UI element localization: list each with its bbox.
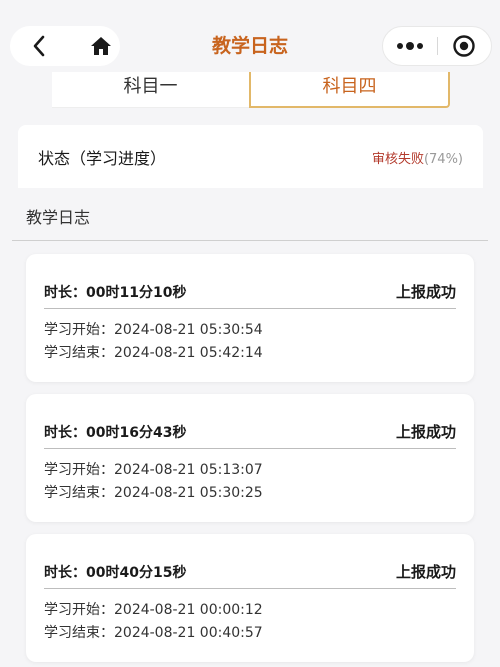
- log-card[interactable]: 时长：00时16分43秒 上报成功 学习开始：2024-08-21 05:13:…: [26, 394, 474, 522]
- card-divider: [44, 448, 456, 449]
- study-start: 学习开始：2024-08-21 05:13:07: [44, 459, 263, 479]
- duration-label: 时长：: [44, 425, 86, 441]
- duration-label: 时长：: [44, 565, 86, 581]
- study-start-time: 2024-08-21 05:13:07: [114, 462, 263, 478]
- study-end: 学习结束：2024-08-21 05:30:25: [44, 482, 263, 502]
- duration-value: 00时40分15秒: [86, 565, 187, 581]
- study-start: 学习开始：2024-08-21 05:30:54: [44, 319, 263, 339]
- subject-tabs: 科目一 科目四: [52, 72, 450, 108]
- back-button[interactable]: [26, 34, 52, 58]
- status-value: 审核失败(74%): [372, 148, 463, 167]
- study-start-time: 2024-08-21 00:00:12: [114, 602, 263, 618]
- log-duration: 时长：00时40分15秒: [44, 562, 186, 582]
- duration-value: 00时16分43秒: [86, 425, 187, 441]
- duration-label: 时长：: [44, 285, 86, 301]
- study-end-time: 2024-08-21 05:30:25: [114, 485, 263, 501]
- nav-left-capsule: [10, 26, 120, 66]
- capsule-divider: [437, 37, 438, 55]
- card-divider: [44, 588, 456, 589]
- target-close-icon: [453, 35, 475, 57]
- section-divider: [12, 240, 488, 241]
- close-miniprogram-button[interactable]: [451, 34, 477, 58]
- study-start-label: 学习开始：: [44, 602, 114, 618]
- study-start-label: 学习开始：: [44, 462, 114, 478]
- study-end-label: 学习结束：: [44, 485, 114, 501]
- log-card[interactable]: 时长：00时11分10秒 上报成功 学习开始：2024-08-21 05:30:…: [26, 254, 474, 382]
- more-dots-icon: [397, 42, 423, 50]
- navigation-bar: 教学日志: [0, 0, 500, 76]
- report-status: 上报成功: [395, 563, 456, 581]
- study-end: 学习结束：2024-08-21 00:40:57: [44, 622, 263, 642]
- log-duration: 时长：00时11分10秒: [44, 282, 186, 302]
- home-button[interactable]: [88, 34, 114, 58]
- log-duration: 时长：00时16分43秒: [44, 422, 186, 442]
- log-card[interactable]: 时长：00时40分15秒 上报成功 学习开始：2024-08-21 00:00:…: [26, 534, 474, 662]
- status-result: 审核失败: [371, 152, 424, 167]
- report-status: 上报成功: [395, 423, 456, 441]
- status-label: 状态（学习进度）: [38, 149, 167, 168]
- page-title: 教学日志: [211, 35, 288, 57]
- study-end-label: 学习结束：: [44, 345, 114, 361]
- chevron-left-icon: [33, 35, 45, 57]
- study-end: 学习结束：2024-08-21 05:42:14: [44, 342, 263, 362]
- card-divider: [44, 308, 456, 309]
- nav-right-capsule: [382, 26, 492, 66]
- study-start-time: 2024-08-21 05:30:54: [114, 322, 263, 338]
- study-end-time: 2024-08-21 05:42:14: [114, 345, 263, 361]
- duration-value: 00时11分10秒: [86, 285, 187, 301]
- progress-percent: (74%): [423, 152, 463, 167]
- tab-subject-one[interactable]: 科目一: [52, 72, 249, 108]
- report-status: 上报成功: [395, 283, 456, 301]
- study-start-label: 学习开始：: [44, 322, 114, 338]
- section-title: 教学日志: [26, 208, 91, 227]
- study-end-time: 2024-08-21 00:40:57: [114, 625, 263, 641]
- study-start: 学习开始：2024-08-21 00:00:12: [44, 599, 263, 619]
- tab-subject-four[interactable]: 科目四: [249, 72, 450, 108]
- study-end-label: 学习结束：: [44, 625, 114, 641]
- home-icon: [91, 37, 111, 55]
- status-row: 状态（学习进度） 审核失败(74%): [18, 125, 483, 188]
- more-button[interactable]: [395, 34, 425, 58]
